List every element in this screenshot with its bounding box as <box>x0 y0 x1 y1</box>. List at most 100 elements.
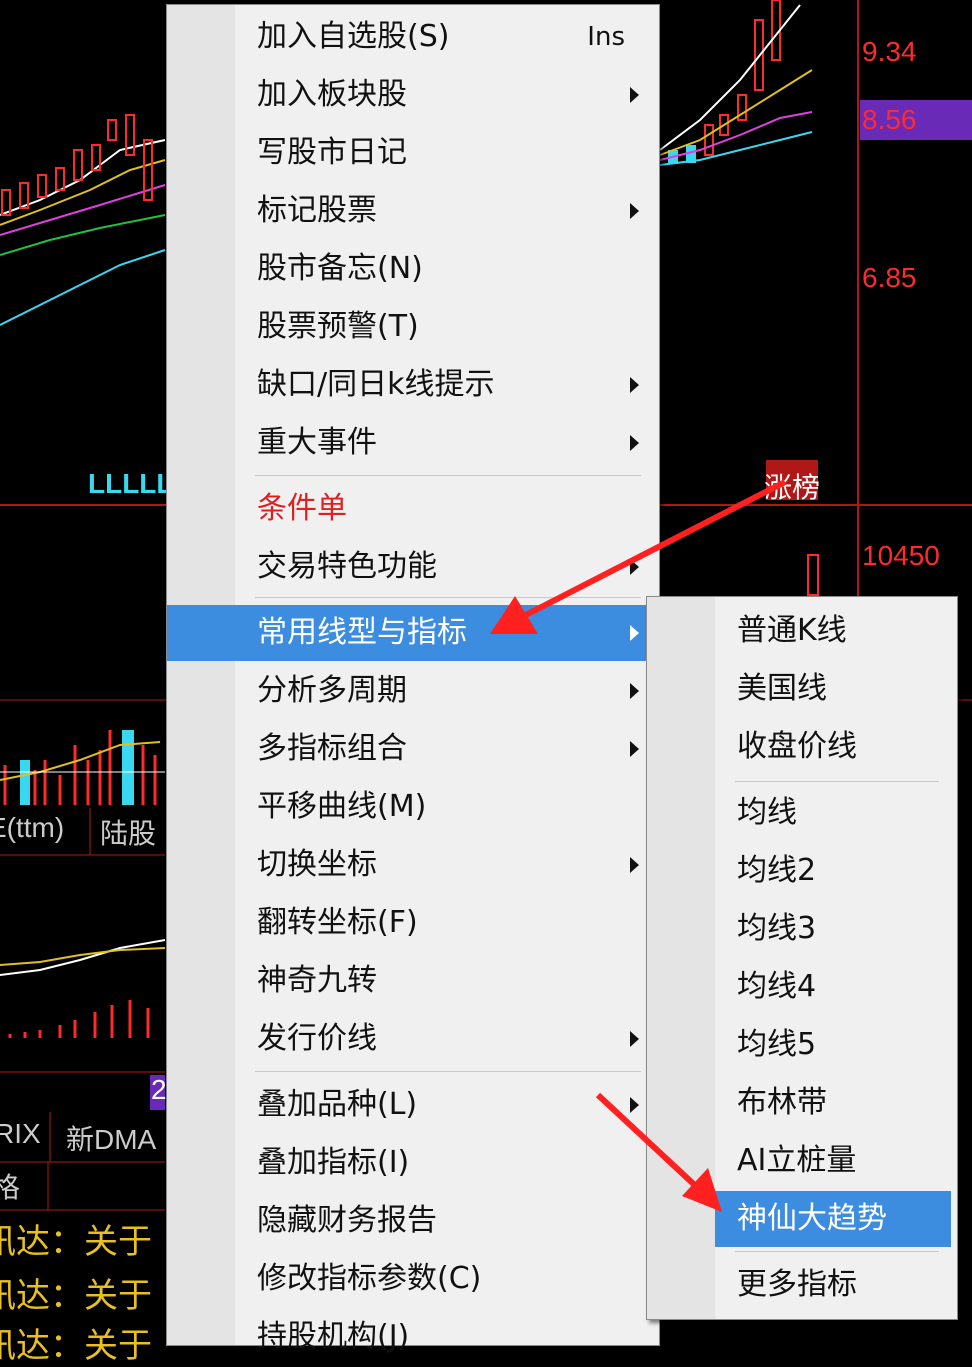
menu-item-edit-indicator-params[interactable]: 修改指标参数(C) <box>167 1251 659 1307</box>
menu-item-label: 分析多周期 <box>257 673 407 708</box>
menu-item-label: 叠加指标(I) <box>257 1145 410 1180</box>
submenu-arrow-icon <box>630 625 639 641</box>
news-item[interactable]: 讯达：关于 <box>0 1318 152 1367</box>
submenu-item-close-price-line[interactable]: 收盘价线 <box>647 719 957 775</box>
menu-item-label: 多指标组合 <box>257 731 407 766</box>
menu-item-hide-financial-report[interactable]: 隐藏财务报告 <box>167 1193 659 1249</box>
submenu-item-label: 均线3 <box>737 911 817 946</box>
submenu-item-more-indicators[interactable]: 更多指标 <box>647 1257 957 1313</box>
menu-item-multi-indicator-combo[interactable]: 多指标组合 <box>167 721 659 777</box>
menu-item-label: 交易特色功能 <box>257 549 437 584</box>
menu-item-label: 加入板块股 <box>257 77 407 112</box>
submenu-item-shenxian-trend[interactable]: 神仙大趋势 <box>715 1191 951 1247</box>
menu-item-shift-curve[interactable]: 平移曲线(M) <box>167 779 659 835</box>
price-column-header: 格 <box>0 1172 21 1203</box>
submenu-separator <box>735 1251 939 1252</box>
shortcut-hint: Ins <box>587 22 625 52</box>
submenu-item-ma2[interactable]: 均线2 <box>647 843 957 899</box>
menu-item-label: 翻转坐标(F) <box>257 905 418 940</box>
submenu-arrow-icon <box>630 435 639 451</box>
price-label-mid: 6.85 <box>862 262 917 293</box>
menu-item-label: 发行价线 <box>257 1021 377 1056</box>
menu-item-label: 持股机构(J) <box>257 1319 410 1354</box>
menu-separator <box>255 475 641 476</box>
submenu-arrow-icon <box>630 683 639 699</box>
submenu-item-label: 更多指标 <box>737 1267 857 1302</box>
menu-item-overlay-indicator[interactable]: 叠加指标(I) <box>167 1135 659 1191</box>
menu-item-add-to-watchlist[interactable]: 加入自选股(S) Ins <box>167 9 659 65</box>
period-badge: 2 <box>151 1074 167 1105</box>
submenu-item-label: 美国线 <box>737 671 827 706</box>
tab-pe-ttm[interactable]: E(ttm) <box>0 812 64 844</box>
signal-marks: LLLLL <box>88 468 174 499</box>
menu-item-label: 常用线型与指标 <box>257 615 467 650</box>
news-item[interactable]: 讯达：关于 <box>0 1214 152 1263</box>
submenu-arrow-icon <box>630 87 639 103</box>
menu-item-label: 重大事件 <box>257 425 377 460</box>
submenu-item-label: 收盘价线 <box>737 729 857 764</box>
submenu-item-ai-volume-pile[interactable]: AI立桩量 <box>647 1133 957 1189</box>
indicator-submenu: 普通K线美国线收盘价线均线均线2 均线3 均线4 均线5 布林带 AI立桩量神仙大趋势更多… <box>646 596 958 1320</box>
menu-item-gap-kline-hint[interactable]: 缺口/同日k线提示 <box>167 357 659 413</box>
menu-item-holding-institutions[interactable]: 持股机构(J) <box>167 1309 659 1365</box>
menu-separator <box>255 1071 641 1072</box>
menu-item-issue-price-line[interactable]: 发行价线 <box>167 1011 659 1067</box>
menu-item-label: 标记股票 <box>257 193 377 228</box>
menu-item-label: 写股市日记 <box>257 135 407 170</box>
menu-item-overlay-symbol[interactable]: 叠加品种(L) <box>167 1077 659 1133</box>
news-item[interactable]: 讯达：关于 <box>0 1268 152 1317</box>
submenu-item-label: AI立桩量 <box>737 1143 857 1178</box>
menu-item-stock-alert[interactable]: 股票预警(T) <box>167 299 659 355</box>
menu-item-label: 缺口/同日k线提示 <box>257 367 495 402</box>
menu-item-trading-features[interactable]: 交易特色功能 <box>167 539 659 595</box>
menu-item-flip-coordinate[interactable]: 翻转坐标(F) <box>167 895 659 951</box>
submenu-item-label: 布林带 <box>737 1085 827 1120</box>
menu-item-label: 股市备忘(N) <box>257 251 423 286</box>
submenu-item-label: 均线 <box>737 795 797 830</box>
submenu-item-label: 神仙大趋势 <box>737 1201 887 1236</box>
submenu-separator <box>735 781 939 782</box>
tab-new-dma[interactable]: 新DMA <box>66 1118 156 1158</box>
submenu-item-ma3[interactable]: 均线3 <box>647 901 957 957</box>
tab-trix[interactable]: RIX <box>0 1118 41 1150</box>
menu-item-line-type-and-indicators[interactable]: 常用线型与指标 <box>167 605 659 661</box>
price-label-high: 9.34 <box>862 36 917 67</box>
menu-item-conditional-order[interactable]: 条件单 <box>167 481 659 537</box>
menu-item-mark-stock[interactable]: 标记股票 <box>167 183 659 239</box>
menu-item-label: 神奇九转 <box>257 963 377 998</box>
price-label-current: 8.56 <box>862 104 917 135</box>
menu-item-multi-period-analysis[interactable]: 分析多周期 <box>167 663 659 719</box>
menu-item-stock-memo[interactable]: 股市备忘(N) <box>167 241 659 297</box>
submenu-arrow-icon <box>630 857 639 873</box>
menu-item-write-stock-diary[interactable]: 写股市日记 <box>167 125 659 181</box>
menu-item-add-to-sector[interactable]: 加入板块股 <box>167 67 659 123</box>
submenu-item-label: 均线2 <box>737 853 817 888</box>
menu-item-label: 加入自选股(S) <box>257 19 450 54</box>
volume-label: 10450 <box>862 540 940 571</box>
menu-separator <box>255 597 641 598</box>
submenu-item-label: 均线4 <box>737 969 817 1004</box>
submenu-item-ma4[interactable]: 均线4 <box>647 959 957 1015</box>
menu-item-magic-nine-turn[interactable]: 神奇九转 <box>167 953 659 1009</box>
menu-item-label: 平移曲线(M) <box>257 789 427 824</box>
submenu-item-normal-kline[interactable]: 普通K线 <box>647 603 957 659</box>
submenu-arrow-icon <box>630 559 639 575</box>
submenu-item-bollinger[interactable]: 布林带 <box>647 1075 957 1131</box>
submenu-item-ma[interactable]: 均线 <box>647 785 957 841</box>
ranking-tag: 涨榜 <box>764 472 821 503</box>
menu-item-label: 股票预警(T) <box>257 309 419 344</box>
menu-item-label: 修改指标参数(C) <box>257 1261 482 1296</box>
menu-item-label: 切换坐标 <box>257 847 377 882</box>
submenu-item-ma5[interactable]: 均线5 <box>647 1017 957 1073</box>
tab-hk-connect[interactable]: 陆股 <box>100 812 156 852</box>
submenu-arrow-icon <box>630 741 639 757</box>
menu-item-switch-coordinate[interactable]: 切换坐标 <box>167 837 659 893</box>
submenu-arrow-icon <box>630 1097 639 1113</box>
submenu-arrow-icon <box>630 203 639 219</box>
submenu-item-label: 均线5 <box>737 1027 817 1062</box>
context-menu: 加入自选股(S) Ins 加入板块股写股市日记标记股票股市备忘(N) 股票预警(T) 缺… <box>166 4 660 1354</box>
menu-item-label: 隐藏财务报告 <box>257 1203 437 1238</box>
submenu-item-us-bar[interactable]: 美国线 <box>647 661 957 717</box>
menu-item-major-events[interactable]: 重大事件 <box>167 415 659 471</box>
menu-item-label: 叠加品种(L) <box>257 1087 418 1122</box>
